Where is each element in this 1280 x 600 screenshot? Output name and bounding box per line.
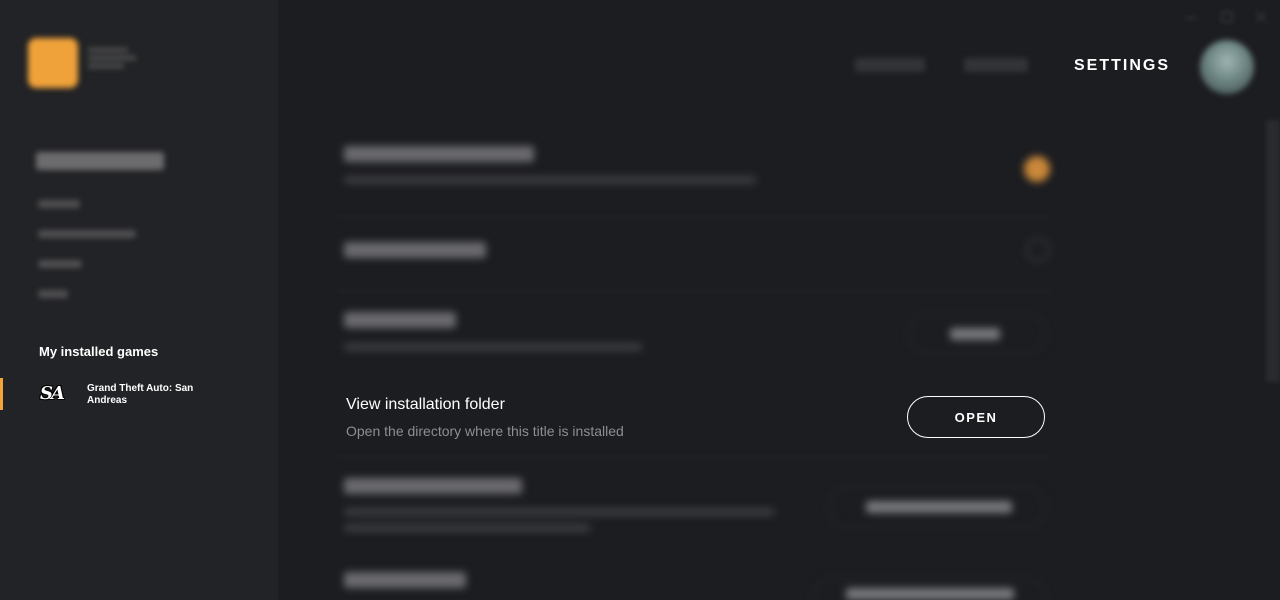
nav-tab-blurred[interactable]	[964, 58, 1028, 72]
gta-sa-game-icon: SA	[40, 383, 65, 404]
setting-row-blurred	[338, 238, 1050, 268]
launcher-logo	[28, 38, 78, 88]
settings-nav-item[interactable]	[38, 290, 68, 298]
setting-row-blurred	[338, 144, 1050, 204]
nav-tab-settings[interactable]: SETTINGS	[1074, 57, 1170, 75]
active-indicator	[0, 378, 3, 410]
settings-nav-item[interactable]	[38, 260, 82, 268]
installed-game-item[interactable]: SA Grand Theft Auto: San Andreas	[0, 378, 278, 410]
maximize-icon[interactable]	[1218, 8, 1236, 26]
logo-wordmark	[88, 44, 138, 74]
close-icon[interactable]	[1252, 8, 1270, 26]
setting-row-blurred	[338, 310, 1050, 360]
settings-nav-heading	[36, 152, 164, 170]
user-avatar[interactable]	[1200, 40, 1254, 94]
setting-row-blurred	[338, 476, 1050, 546]
launcher-window: My installed games SA Grand Theft Auto: …	[0, 0, 1280, 600]
game-title: Grand Theft Auto: San Andreas	[87, 383, 194, 406]
setting-title: View installation folder	[346, 396, 505, 413]
minimize-icon[interactable]	[1182, 8, 1200, 26]
setting-row-installation-folder: View installation folder Open the direct…	[338, 396, 1050, 446]
settings-nav-item[interactable]	[38, 200, 80, 208]
toggle-switch[interactable]	[1026, 238, 1050, 262]
installed-games-heading: My installed games	[39, 344, 159, 359]
sidebar: My installed games SA Grand Theft Auto: …	[0, 0, 278, 600]
settings-nav-item[interactable]	[38, 230, 136, 238]
open-folder-button[interactable]: OPEN	[907, 396, 1045, 438]
setting-description: Open the directory where this title is i…	[346, 423, 624, 439]
scrollbar[interactable]	[1266, 120, 1280, 382]
setting-row-blurred	[338, 568, 1050, 600]
nav-tab-blurred[interactable]	[855, 58, 925, 72]
toggle-switch[interactable]	[1024, 156, 1050, 182]
